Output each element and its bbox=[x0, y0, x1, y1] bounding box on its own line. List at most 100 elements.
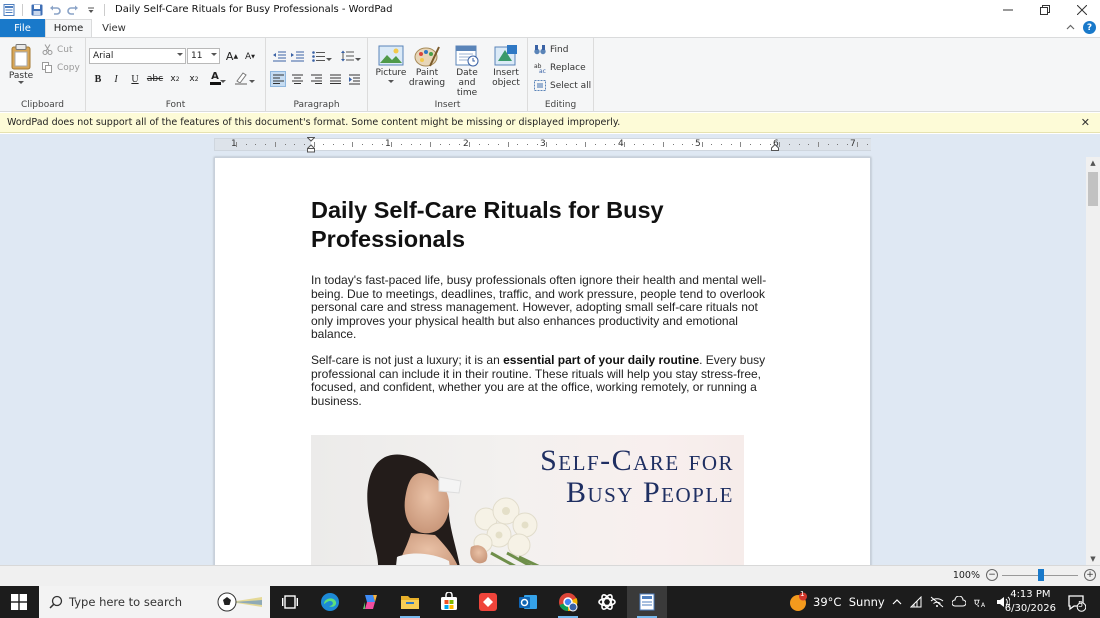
vertical-scrollbar[interactable]: ▲ ▼ bbox=[1086, 157, 1100, 565]
tab-home[interactable]: Home bbox=[45, 19, 92, 37]
bold-icon[interactable]: B bbox=[90, 71, 106, 87]
svg-text:ए: ए bbox=[974, 598, 980, 608]
picture-button[interactable]: Picture bbox=[373, 44, 409, 84]
close-button[interactable] bbox=[1063, 0, 1100, 19]
notification-center-icon[interactable]: 5 bbox=[1068, 594, 1087, 615]
zoom-in-icon[interactable]: + bbox=[1084, 569, 1096, 581]
italic-icon[interactable]: I bbox=[108, 71, 124, 87]
cloud-sync-icon[interactable] bbox=[952, 596, 966, 608]
edge-browser-icon[interactable] bbox=[318, 590, 342, 614]
separator bbox=[22, 3, 23, 16]
outlook-icon[interactable] bbox=[516, 590, 540, 614]
grow-font-icon[interactable]: A ▲ bbox=[224, 48, 240, 64]
chevron-down-icon[interactable] bbox=[354, 52, 362, 68]
weather-widget[interactable]: 1 39°C Sunny bbox=[788, 586, 885, 618]
wordpad-app-icon[interactable] bbox=[2, 3, 15, 16]
file-explorer-icon[interactable] bbox=[398, 590, 422, 618]
chevron-up-icon[interactable] bbox=[892, 598, 902, 606]
horizontal-ruler[interactable]: 1 1 2 3 4 5 6 7 bbox=[214, 137, 871, 153]
restore-button[interactable] bbox=[1026, 0, 1063, 19]
replace-button[interactable]: ab ac Replace bbox=[534, 62, 586, 74]
calendar-clock-icon bbox=[455, 45, 479, 67]
wordpad-taskbar-icon[interactable] bbox=[635, 590, 659, 618]
taskbar-clock[interactable]: 4:13 PM 6/30/2026 bbox=[1005, 588, 1056, 616]
paint-drawing-button[interactable]: Paint drawing bbox=[408, 44, 446, 88]
ribbon-tabs: File Home View ? bbox=[0, 19, 1100, 37]
taskbar-search[interactable]: Type here to search bbox=[39, 586, 270, 618]
wifi-off-icon[interactable] bbox=[930, 596, 944, 608]
underline-icon[interactable]: U bbox=[127, 71, 143, 87]
ruler-tick bbox=[468, 142, 470, 147]
strikethrough-icon[interactable]: abc bbox=[147, 71, 163, 87]
zoom-out-icon[interactable]: − bbox=[986, 569, 998, 581]
scroll-up-icon[interactable]: ▲ bbox=[1086, 157, 1100, 169]
select-all-label: Select all bbox=[550, 80, 592, 91]
ruler-tick bbox=[439, 144, 441, 145]
highlight-icon[interactable] bbox=[233, 70, 249, 86]
ruler-tick bbox=[565, 144, 567, 145]
tab-view[interactable]: View bbox=[94, 19, 134, 37]
tab-file[interactable]: File bbox=[0, 19, 45, 37]
chevron-down-icon[interactable] bbox=[248, 74, 256, 90]
select-all-button[interactable]: Select all bbox=[534, 80, 591, 91]
close-infobar-icon[interactable]: ✕ bbox=[1081, 116, 1090, 129]
line-spacing-icon[interactable] bbox=[339, 48, 355, 64]
chevron-down-icon[interactable] bbox=[219, 74, 227, 90]
chatgpt-icon[interactable] bbox=[595, 590, 619, 614]
decrease-indent-icon[interactable] bbox=[271, 48, 287, 64]
ruler-number: 5 bbox=[695, 139, 701, 149]
ruler-tick bbox=[633, 144, 635, 145]
cut-button[interactable]: Cut bbox=[42, 44, 73, 55]
copilot-icon[interactable] bbox=[358, 590, 382, 614]
insert-object-icon bbox=[494, 45, 517, 66]
network-icon[interactable] bbox=[910, 596, 922, 608]
undo-icon[interactable] bbox=[48, 3, 61, 16]
customize-toolbar-icon[interactable] bbox=[84, 3, 97, 16]
save-icon[interactable] bbox=[30, 3, 43, 16]
subscript-icon[interactable]: x2 bbox=[167, 71, 183, 87]
workspace-corner bbox=[1086, 134, 1100, 157]
ruler-tick bbox=[575, 144, 577, 145]
language-icon[interactable]: एA bbox=[974, 596, 988, 608]
zoom-slider-thumb[interactable] bbox=[1038, 569, 1044, 581]
document-image[interactable]: Self-Care for Busy People bbox=[311, 435, 744, 565]
paragraph-group-label: Paragraph bbox=[293, 100, 340, 110]
chrome-icon[interactable] bbox=[556, 590, 580, 618]
align-center-icon[interactable] bbox=[289, 71, 305, 87]
paragraph-settings-icon[interactable] bbox=[346, 71, 362, 87]
superscript-icon[interactable]: x2 bbox=[186, 71, 202, 87]
align-right-icon[interactable] bbox=[308, 71, 324, 87]
chevron-down-icon[interactable] bbox=[325, 52, 333, 68]
start-button[interactable] bbox=[0, 586, 38, 618]
date-time-button[interactable]: Date and time bbox=[446, 44, 488, 98]
cut-label: Cut bbox=[57, 44, 73, 55]
align-left-icon[interactable] bbox=[270, 71, 286, 87]
scroll-down-icon[interactable]: ▼ bbox=[1086, 553, 1100, 565]
right-indent-marker-icon[interactable] bbox=[771, 144, 779, 151]
collapse-ribbon-icon[interactable] bbox=[1066, 23, 1075, 33]
ruler-tick bbox=[420, 144, 422, 145]
redo-icon[interactable] bbox=[66, 3, 79, 16]
justify-icon[interactable] bbox=[327, 71, 343, 87]
scrollbar-thumb[interactable] bbox=[1088, 172, 1098, 206]
document-page[interactable]: Daily Self-Care Rituals for Busy Profess… bbox=[214, 157, 871, 565]
insert-object-button[interactable]: Insert object bbox=[488, 44, 524, 88]
ruler-tick bbox=[866, 144, 868, 145]
shrink-font-icon[interactable]: A ▼ bbox=[242, 49, 258, 65]
indent-marker-icon[interactable] bbox=[307, 137, 315, 153]
copy-button[interactable]: Copy bbox=[42, 62, 80, 73]
font-size-select[interactable]: 11 bbox=[187, 48, 220, 64]
copy-icon bbox=[42, 62, 52, 73]
paste-button[interactable]: Paste bbox=[6, 43, 36, 85]
minimize-button[interactable] bbox=[989, 0, 1026, 19]
task-view-icon[interactable] bbox=[278, 590, 302, 614]
ruler-tick bbox=[371, 144, 373, 145]
increase-indent-icon[interactable] bbox=[289, 48, 305, 64]
find-button[interactable]: Find bbox=[534, 44, 568, 55]
anydesk-icon[interactable] bbox=[476, 590, 500, 614]
bullet-list-icon[interactable] bbox=[310, 48, 326, 64]
microsoft-store-icon[interactable] bbox=[437, 590, 461, 614]
paste-label: Paste bbox=[8, 71, 34, 81]
font-family-select[interactable]: Arial bbox=[89, 48, 186, 64]
help-icon[interactable]: ? bbox=[1083, 21, 1096, 34]
